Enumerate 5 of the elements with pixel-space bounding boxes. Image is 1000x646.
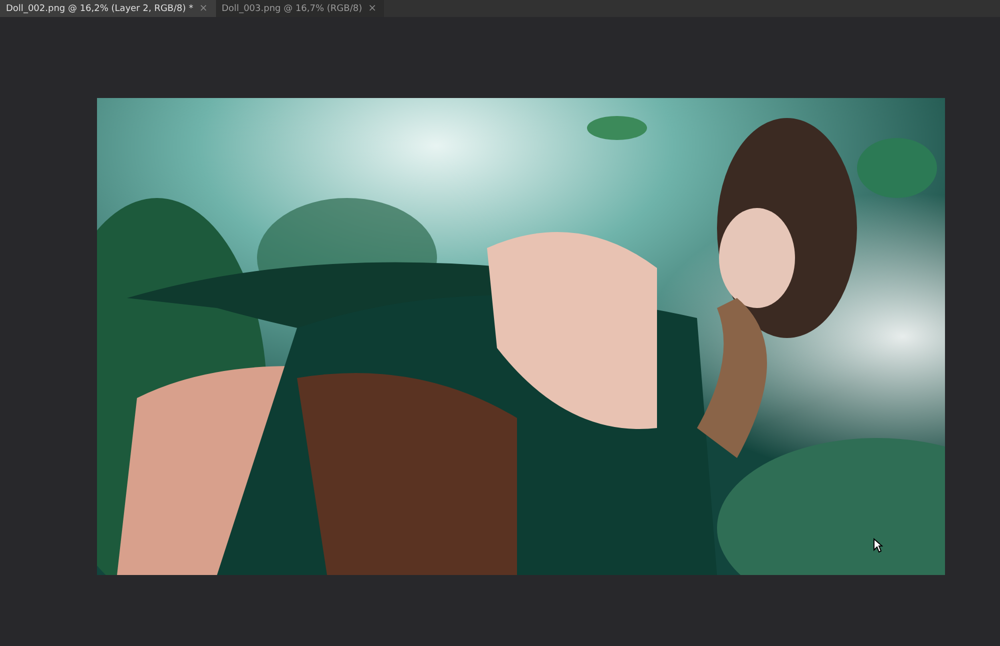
pointer-icon xyxy=(873,538,883,553)
close-icon[interactable]: × xyxy=(368,3,376,14)
document-tab[interactable]: Doll_003.png @ 16,7% (RGB/8) × xyxy=(216,0,384,17)
document-tab[interactable]: Doll_002.png @ 16,2% (Layer 2, RGB/8) * × xyxy=(0,0,216,17)
close-icon[interactable]: × xyxy=(199,3,208,14)
